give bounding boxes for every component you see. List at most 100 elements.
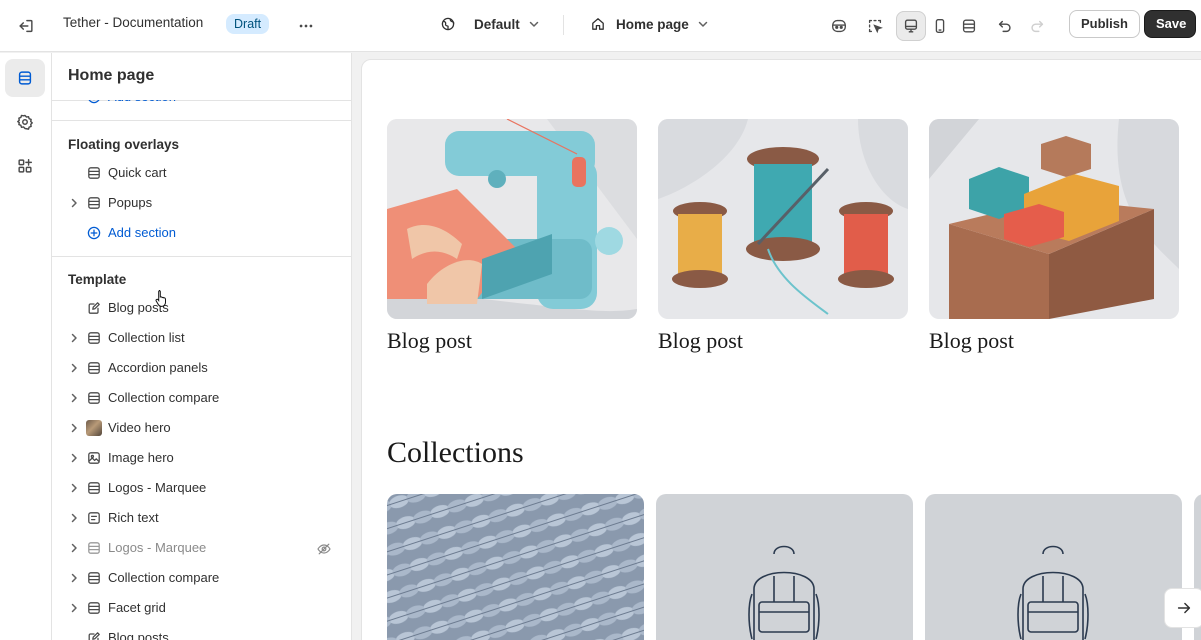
sidebar-item-facet-grid[interactable]: Facet grid xyxy=(52,593,351,623)
rail-sections-button[interactable] xyxy=(5,59,45,97)
preview-canvas: Blog post Blog post Blog post Collection… xyxy=(361,59,1201,640)
sections-sidebar: Home page Add section Floating overlays … xyxy=(52,53,352,640)
chevron-right-icon[interactable] xyxy=(68,572,80,584)
theme-selector-label: Default xyxy=(474,16,520,32)
redo-icon[interactable] xyxy=(1022,11,1052,41)
desktop-icon[interactable] xyxy=(896,11,926,41)
rail-apps-button[interactable] xyxy=(5,147,45,185)
globe-icon xyxy=(440,16,456,32)
sidebar-item-image-hero[interactable]: Image hero xyxy=(52,443,351,473)
more-icon[interactable] xyxy=(291,11,321,41)
sidebar-item-label: Collection list xyxy=(108,330,185,345)
sidebar-item-label: Collection compare xyxy=(108,390,220,405)
preview-pane: Blog post Blog post Blog post Collection… xyxy=(353,53,1201,640)
sidebar-item-label: Logos - Marquee xyxy=(108,540,207,555)
gear-icon xyxy=(16,113,34,131)
add-section-label: Add section xyxy=(108,225,176,240)
publish-button[interactable]: Publish xyxy=(1069,10,1140,38)
blog-post-image[interactable] xyxy=(658,119,908,319)
sidebar-item-logos-marquee-hidden[interactable]: Logos - Marquee xyxy=(52,533,351,563)
sidebar-item-label: Facet grid xyxy=(108,600,166,615)
top-bar: Tether - Documentation Draft Default Hom… xyxy=(0,0,1201,52)
edit-icon xyxy=(86,300,102,316)
chevron-right-icon[interactable] xyxy=(68,602,80,614)
chevron-down-icon xyxy=(528,18,540,30)
chevron-right-icon[interactable] xyxy=(68,362,80,374)
divider xyxy=(52,256,351,257)
theme-selector[interactable]: Default xyxy=(440,8,540,40)
blog-post-title[interactable]: Blog post xyxy=(929,328,1014,354)
chevron-right-icon[interactable] xyxy=(68,392,80,404)
knitted-blanket-photo xyxy=(387,494,644,640)
save-button[interactable]: Save xyxy=(1144,10,1196,38)
left-rail xyxy=(0,53,52,640)
chevron-right-icon[interactable] xyxy=(68,422,80,434)
sidebar-item-accordion-panels[interactable]: Accordion panels xyxy=(52,353,351,383)
exit-icon[interactable] xyxy=(11,11,41,41)
backpack-placeholder xyxy=(748,545,820,640)
scroll-mask xyxy=(52,84,351,100)
page-selector[interactable]: Home page xyxy=(590,8,709,40)
collection-image[interactable] xyxy=(925,494,1182,640)
chevron-right-icon[interactable] xyxy=(68,542,80,554)
blog-post-title[interactable]: Blog post xyxy=(658,328,743,354)
section-icon xyxy=(86,570,102,586)
blog-post-image[interactable] xyxy=(929,119,1179,319)
collections-heading: Collections xyxy=(387,436,524,469)
sidebar-item-popups[interactable]: Popups xyxy=(52,188,351,218)
sidebar-item-collection-compare[interactable]: Collection compare xyxy=(52,383,351,413)
hand-cursor-icon xyxy=(155,289,169,307)
add-section-link[interactable]: Add section xyxy=(52,218,351,248)
chevron-right-icon[interactable] xyxy=(68,452,80,464)
arrow-right-icon xyxy=(1175,599,1193,617)
sidebar-item-label: Rich text xyxy=(108,510,159,525)
thread-spools-illustration xyxy=(658,119,908,319)
section-icon xyxy=(86,390,102,406)
section-icon xyxy=(86,330,102,346)
chevron-right-icon[interactable] xyxy=(68,197,80,209)
rail-settings-button[interactable] xyxy=(5,103,45,141)
eye-off-icon[interactable] xyxy=(316,541,332,557)
text-icon xyxy=(86,510,102,526)
section-icon xyxy=(86,600,102,616)
sidebar-item-blog-posts[interactable]: Blog posts xyxy=(52,293,351,323)
section-icon xyxy=(86,165,102,181)
sidebar-item-logos-marquee[interactable]: Logos - Marquee xyxy=(52,473,351,503)
sidebar-item-label: Video hero xyxy=(108,420,171,435)
section-icon xyxy=(86,195,102,211)
section-icon xyxy=(86,360,102,376)
sewing-machine-illustration xyxy=(387,119,637,319)
sidebar-item-label: Popups xyxy=(108,195,153,210)
sidebar-item-collection-compare-2[interactable]: Collection compare xyxy=(52,563,351,593)
collection-image[interactable] xyxy=(387,494,644,640)
template-heading: Template xyxy=(68,272,127,287)
divider xyxy=(52,120,351,121)
chevron-right-icon[interactable] xyxy=(68,332,80,344)
sidebar-item-quick-cart[interactable]: Quick cart xyxy=(52,158,351,188)
home-icon xyxy=(590,16,606,32)
backpack-placeholder xyxy=(1017,545,1089,640)
undo-icon[interactable] xyxy=(990,11,1020,41)
sidebar-item-collection-list[interactable]: Collection list xyxy=(52,323,351,353)
chevron-down-icon xyxy=(697,18,709,30)
blog-post-image[interactable] xyxy=(387,119,637,319)
carousel-next-button[interactable] xyxy=(1164,588,1201,628)
mobile-icon[interactable] xyxy=(925,11,955,41)
draft-badge: Draft xyxy=(226,14,270,34)
sidebar-item-blog-posts-2[interactable]: Blog posts xyxy=(52,623,351,640)
sidebar-item-label: Logos - Marquee xyxy=(108,480,207,495)
chevron-right-icon[interactable] xyxy=(68,482,80,494)
sidebar-item-video-hero[interactable]: Video hero xyxy=(52,413,351,443)
layout-sections-icon xyxy=(16,69,34,87)
blog-post-title[interactable]: Blog post xyxy=(387,328,472,354)
sidebar-item-rich-text[interactable]: Rich text xyxy=(52,503,351,533)
sidebar-item-label: Collection compare xyxy=(108,570,220,585)
fullwidth-icon[interactable] xyxy=(954,11,984,41)
image-icon xyxy=(86,450,102,466)
ai-icon[interactable] xyxy=(824,11,854,41)
chevron-right-icon[interactable] xyxy=(68,512,80,524)
page-selector-label: Home page xyxy=(616,16,689,32)
sidebar-item-label: Blog posts xyxy=(108,630,169,640)
collection-image[interactable] xyxy=(656,494,913,640)
inspect-icon[interactable] xyxy=(860,11,890,41)
